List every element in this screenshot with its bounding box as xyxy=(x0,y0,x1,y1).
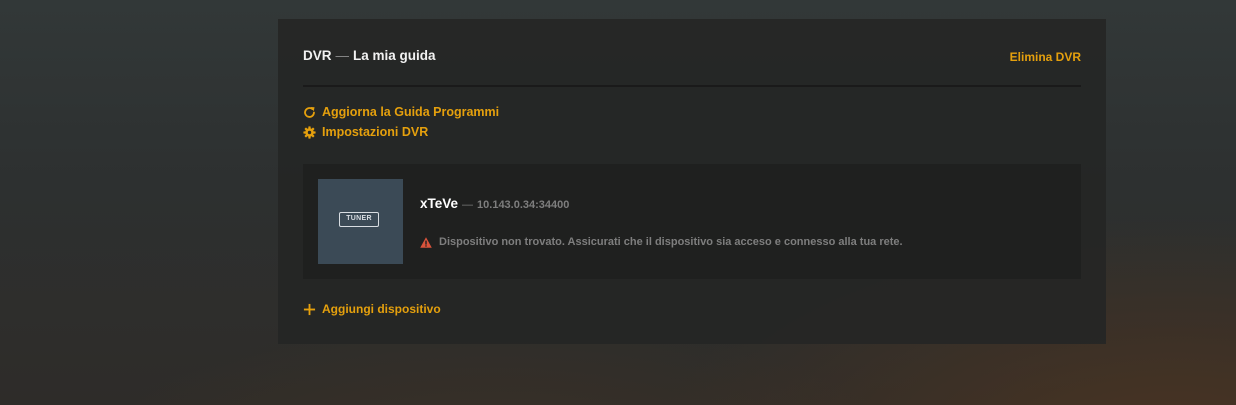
gear-icon xyxy=(303,125,316,139)
dvr-header: DVR — La mia guida Elimina DVR xyxy=(303,46,1081,87)
add-device-label: Aggiungi dispositivo xyxy=(322,302,441,316)
guide-name: La mia guida xyxy=(353,48,436,63)
dvr-settings-label: Impostazioni DVR xyxy=(322,125,429,139)
dvr-settings-link[interactable]: Impostazioni DVR xyxy=(303,125,428,139)
page-title: DVR — La mia guida xyxy=(303,48,436,63)
refresh-guide-link[interactable]: Aggiorna la Guida Programmi xyxy=(303,105,499,119)
dvr-label: DVR xyxy=(303,48,332,63)
tuner-thumbnail: TUNER xyxy=(318,179,403,264)
device-separator: — xyxy=(462,199,474,211)
device-error-message: Dispositivo non trovato. Assicurati che … xyxy=(439,236,903,248)
device-error: Dispositivo non trovato. Assicurati che … xyxy=(420,236,903,248)
delete-dvr-link[interactable]: Elimina DVR xyxy=(1010,50,1081,64)
add-device-link[interactable]: Aggiungi dispositivo xyxy=(303,302,441,316)
device-title: xTeVe —10.143.0.34:34400 xyxy=(420,195,569,213)
warning-icon xyxy=(420,236,432,248)
device-name: xTeVe xyxy=(420,196,459,211)
tuner-badge: TUNER xyxy=(339,212,379,227)
dvr-panel: DVR — La mia guida Elimina DVR Aggiorna la… xyxy=(278,19,1106,344)
device-address: 10.143.0.34:34400 xyxy=(477,199,570,211)
device-card: TUNER xTeVe —10.143.0.34:34400 Dispositiv… xyxy=(303,164,1081,279)
refresh-guide-label: Aggiorna la Guida Programmi xyxy=(322,105,500,119)
title-separator: — xyxy=(335,48,350,63)
refresh-icon xyxy=(304,106,315,118)
plus-icon xyxy=(303,303,316,315)
